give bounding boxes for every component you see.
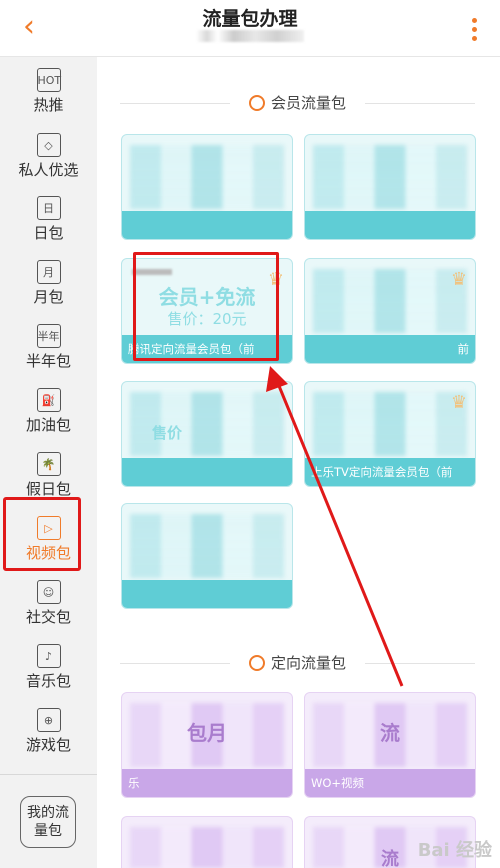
package-card[interactable] — [121, 816, 293, 868]
card-title: 流 — [380, 721, 400, 745]
month-calendar-icon: 月 — [36, 260, 61, 284]
package-card[interactable]: ♛ 上乐TV定向流量会员包（前 — [304, 381, 476, 487]
sidebar-divider — [0, 774, 97, 775]
chat-icon: ☺ — [36, 580, 61, 604]
crown-icon: ♛ — [450, 392, 467, 413]
hot-icon: HOT — [36, 68, 61, 92]
package-card[interactable]: ♛ 前 — [304, 258, 476, 364]
package-card[interactable]: 售价 — [121, 381, 293, 487]
sidebar-item-label: 加油包 — [25, 416, 71, 434]
section-heading-directed: 定向流量包 — [120, 652, 475, 674]
diamond-icon: ◇ — [36, 133, 61, 157]
palm-tree-icon: 🌴 — [36, 452, 61, 476]
package-card[interactable] — [304, 134, 476, 240]
card-title: 售价 — [152, 424, 183, 442]
package-card[interactable]: 包月 乐 — [121, 692, 293, 798]
sidebar-item-label: 月包 — [33, 288, 64, 306]
card-title: 包月 — [187, 721, 227, 745]
day-calendar-icon: 日 — [36, 196, 61, 220]
sidebar-item-label: 音乐包 — [25, 672, 71, 690]
crown-icon: ♛ — [450, 269, 467, 290]
sidebar-item[interactable]: 半年 半年包 — [0, 318, 97, 380]
package-card[interactable]: 流 WO+视频 — [304, 692, 476, 798]
music-icon: ♪ — [36, 644, 61, 668]
sidebar-item-label: 日包 — [33, 224, 64, 242]
more-vertical-icon[interactable] — [472, 18, 478, 44]
fuel-icon: ⛽ — [36, 388, 61, 412]
sidebar-item-label: 游戏包 — [25, 736, 71, 754]
sidebar-item[interactable]: ♪ 音乐包 — [0, 638, 97, 700]
section-heading-member: 会员流量包 — [120, 92, 475, 114]
sidebar-item-label: 热推 — [33, 96, 64, 114]
card-band-label: 上乐TV定向流量会员包（前 — [311, 465, 453, 479]
card-band-label: 乐 — [128, 776, 140, 790]
sidebar-item[interactable]: ⊕ 游戏包 — [0, 702, 97, 764]
sidebar-item[interactable]: HOT 热推 — [0, 62, 97, 124]
watermark-logo: Bai 经验 — [417, 840, 492, 861]
phone-number-redacted — [196, 30, 304, 42]
gamepad-icon: ⊕ — [36, 708, 61, 732]
sidebar-item-label: 半年包 — [25, 352, 71, 370]
sidebar-item[interactable]: ◇ 私人优选 — [0, 127, 97, 189]
card-band-label: 前 — [457, 342, 470, 356]
package-card[interactable] — [121, 134, 293, 240]
sidebar-item-label: 假日包 — [25, 480, 71, 498]
annotation-highlight-box — [133, 252, 279, 361]
sidebar-item[interactable]: 月月包 — [0, 254, 97, 316]
rings-icon — [248, 95, 265, 111]
sidebar-item-label: 私人优选 — [18, 161, 79, 179]
my-flow-button[interactable]: 我的流量包 — [20, 796, 76, 848]
sidebar-item-label: 社交包 — [25, 608, 71, 626]
target-icon — [248, 655, 265, 671]
selection-highlight-box — [3, 497, 81, 571]
page-title: 流量包办理 — [202, 8, 298, 30]
sidebar-item[interactable]: ☺ 社交包 — [0, 574, 97, 636]
package-card[interactable] — [121, 503, 293, 609]
app-header: ‹ 流量包办理 — [0, 0, 500, 57]
sidebar-item[interactable]: ⛽ 加油包 — [0, 382, 97, 444]
sidebar-item[interactable]: 日日包 — [0, 190, 97, 252]
half-year-icon: 半年 — [36, 324, 61, 348]
card-band-label: WO+视频 — [311, 776, 365, 790]
